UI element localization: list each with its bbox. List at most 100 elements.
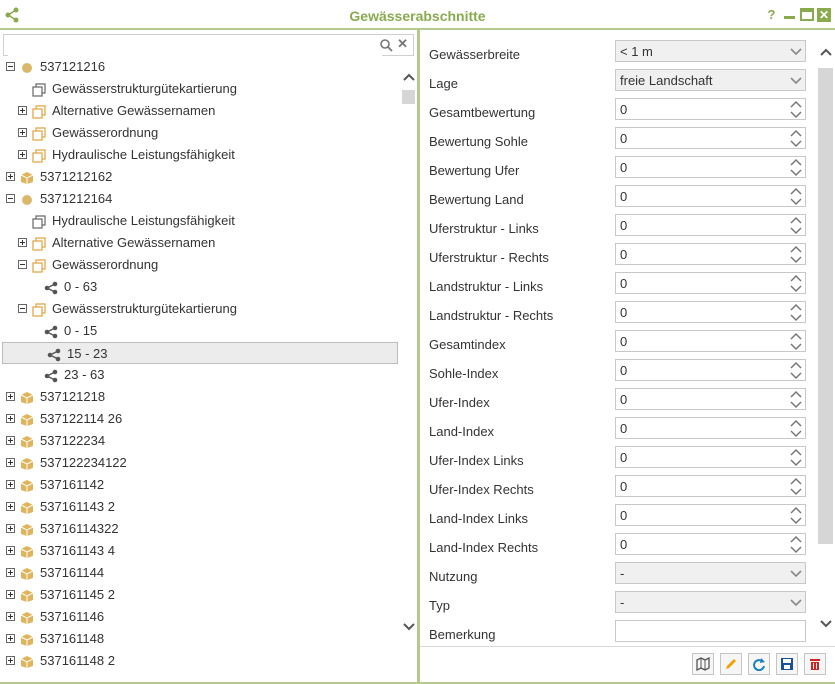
maximize-button[interactable] [800, 8, 814, 21]
tree-node[interactable]: 537161143 4 [0, 540, 400, 562]
delete-button[interactable] [804, 653, 826, 675]
spinner-icon[interactable] [790, 506, 802, 525]
number-field[interactable]: 0 [615, 533, 806, 555]
collapse-icon[interactable] [6, 62, 15, 71]
tree-node[interactable]: 537161145 2 [0, 584, 400, 606]
spinner-icon[interactable] [790, 448, 802, 467]
chevron-down-icon[interactable] [790, 74, 802, 86]
scroll-up-icon[interactable] [402, 70, 416, 84]
tree-node[interactable]: Alternative Gewässernamen [0, 100, 400, 122]
tree-node[interactable]: Gewässerordnung [0, 122, 400, 144]
expand-icon[interactable] [6, 458, 15, 467]
chevron-down-icon[interactable] [790, 596, 802, 608]
select-field[interactable]: - [615, 562, 806, 584]
tree-node[interactable]: 537121216 [0, 56, 400, 78]
spinner-icon[interactable] [790, 216, 802, 235]
spinner-icon[interactable] [790, 332, 802, 351]
tree-node[interactable]: 537122114 26 [0, 408, 400, 430]
expand-icon[interactable] [6, 436, 15, 445]
number-field[interactable]: 0 [615, 301, 806, 323]
expand-icon[interactable] [18, 128, 27, 137]
expand-icon[interactable] [18, 150, 27, 159]
spinner-icon[interactable] [790, 129, 802, 148]
tree-node[interactable]: Gewässerstrukturgütekartierung [0, 298, 400, 320]
text-field[interactable] [615, 620, 806, 642]
expand-icon[interactable] [6, 524, 15, 533]
tree-node[interactable]: 537161142 [0, 474, 400, 496]
number-field[interactable]: 0 [615, 359, 806, 381]
tree-node[interactable]: Gewässerordnung [0, 254, 400, 276]
expand-icon[interactable] [6, 590, 15, 599]
spinner-icon[interactable] [790, 100, 802, 119]
refresh-button[interactable] [748, 653, 770, 675]
tree-node[interactable]: 537161143 2 [0, 496, 400, 518]
expand-icon[interactable] [6, 480, 15, 489]
tree-node[interactable]: 537161144 [0, 562, 400, 584]
minimize-button[interactable] [782, 7, 797, 22]
tree-node[interactable]: 537122234122 [0, 452, 400, 474]
spinner-icon[interactable] [790, 361, 802, 380]
tree-node[interactable]: Hydraulische Leistungsfähigkeit [0, 144, 400, 166]
expand-icon[interactable] [6, 568, 15, 577]
chevron-down-icon[interactable] [790, 567, 802, 579]
chevron-down-icon[interactable] [790, 45, 802, 57]
tree-node[interactable]: 0 - 63 [0, 276, 400, 298]
form-scrollbar[interactable] [817, 40, 835, 640]
expand-icon[interactable] [6, 634, 15, 643]
tree-node[interactable]: Hydraulische Leistungsfähigkeit [0, 210, 400, 232]
tree-node[interactable]: 0 - 15 [0, 320, 400, 342]
tree-node[interactable]: 537161148 2 [0, 650, 400, 672]
number-field[interactable]: 0 [615, 127, 806, 149]
select-field[interactable]: freie Landschaft [615, 69, 806, 91]
help-button[interactable]: ? [764, 7, 779, 22]
tree-node[interactable]: 23 - 63 [0, 364, 400, 386]
select-field[interactable]: - [615, 591, 806, 613]
number-field[interactable]: 0 [615, 417, 806, 439]
tree-node[interactable]: 537161148 [0, 628, 400, 650]
spinner-icon[interactable] [790, 158, 802, 177]
expand-icon[interactable] [6, 656, 15, 665]
tree-node[interactable]: Gewässerstrukturgütekartierung [0, 78, 400, 100]
expand-icon[interactable] [6, 546, 15, 555]
spinner-icon[interactable] [790, 419, 802, 438]
number-field[interactable]: 0 [615, 243, 806, 265]
tree-scroll-thumb[interactable] [402, 90, 415, 104]
spinner-icon[interactable] [790, 477, 802, 496]
number-field[interactable]: 0 [615, 388, 806, 410]
number-field[interactable]: 0 [615, 185, 806, 207]
expand-icon[interactable] [18, 106, 27, 115]
expand-icon[interactable] [6, 172, 15, 181]
number-field[interactable]: 0 [615, 272, 806, 294]
tree-node[interactable]: 537121218 [0, 386, 400, 408]
number-field[interactable]: 0 [615, 446, 806, 468]
number-field[interactable]: 0 [615, 475, 806, 497]
number-field[interactable]: 0 [615, 156, 806, 178]
collapse-icon[interactable] [18, 260, 27, 269]
expand-icon[interactable] [6, 612, 15, 621]
spinner-icon[interactable] [790, 274, 802, 293]
expand-icon[interactable] [18, 238, 27, 247]
scroll-down-icon[interactable] [402, 620, 416, 634]
tree-node[interactable]: Alternative Gewässernamen [0, 232, 400, 254]
number-field[interactable]: 0 [615, 330, 806, 352]
spinner-icon[interactable] [790, 535, 802, 554]
tree-node[interactable]: 537122234 [0, 430, 400, 452]
expand-icon[interactable] [6, 392, 15, 401]
form-scroll-thumb[interactable] [818, 68, 833, 544]
tree-node[interactable]: 53716114322 [0, 518, 400, 540]
number-field[interactable]: 0 [615, 214, 806, 236]
collapse-icon[interactable] [18, 304, 27, 313]
scroll-up-icon[interactable] [819, 45, 833, 59]
map-button[interactable] [692, 653, 714, 675]
tree-node[interactable]: 5371212162 [0, 166, 400, 188]
number-field[interactable]: 0 [615, 504, 806, 526]
spinner-icon[interactable] [790, 390, 802, 409]
expand-icon[interactable] [6, 502, 15, 511]
search-icon[interactable] [379, 38, 393, 52]
spinner-icon[interactable] [790, 187, 802, 206]
save-button[interactable] [776, 653, 798, 675]
tree-node[interactable]: 5371212164 [0, 188, 400, 210]
edit-button[interactable] [720, 653, 742, 675]
number-field[interactable]: 0 [615, 98, 806, 120]
scroll-down-icon[interactable] [819, 617, 833, 631]
